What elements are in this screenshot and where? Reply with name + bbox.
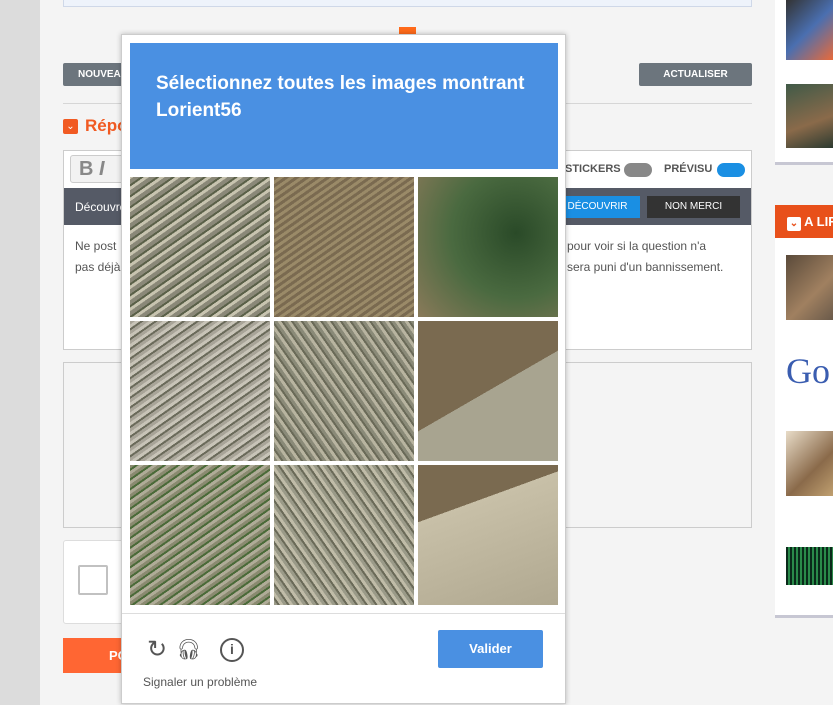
- reload-icon[interactable]: ↻: [145, 638, 169, 662]
- recaptcha-checkbox[interactable]: [78, 565, 108, 595]
- sidebar-card: ⌄ A LIRE Go: [775, 205, 833, 615]
- chevron-down-icon: ⌄: [63, 119, 78, 134]
- editor-placeholder-left: Ne post pas déjà: [75, 239, 121, 274]
- google-logo[interactable]: Go: [786, 350, 833, 395]
- captcha-tile[interactable]: [274, 177, 414, 317]
- captcha-tile[interactable]: [274, 465, 414, 605]
- captcha-tile[interactable]: [418, 465, 558, 605]
- captcha-challenge: Sélectionnez toutes les images montrant …: [121, 34, 566, 704]
- top-box: [63, 0, 752, 7]
- headphones-icon[interactable]: 🎧︎: [176, 638, 201, 662]
- editor-placeholder-right: pour voir si la question n'a sera puni d'…: [567, 239, 724, 274]
- article-thumbnail[interactable]: [786, 431, 833, 496]
- captcha-tile[interactable]: [130, 177, 270, 317]
- preview-toggle[interactable]: [717, 163, 745, 177]
- refresh-button[interactable]: ACTUALISER: [639, 63, 752, 86]
- discover-button[interactable]: DÉCOUVRIR: [555, 196, 640, 218]
- stickers-toggle[interactable]: [624, 163, 652, 177]
- captcha-tile[interactable]: [130, 321, 270, 461]
- no-thanks-button[interactable]: NON MERCI: [647, 196, 740, 218]
- sidebar-card: [775, 0, 833, 162]
- captcha-instruction: Sélectionnez toutes les images montrant …: [130, 43, 558, 169]
- info-icon[interactable]: i: [220, 638, 244, 662]
- report-problem-link[interactable]: Signaler un problème: [143, 675, 257, 689]
- captcha-tile[interactable]: [418, 177, 558, 317]
- page-margin: [0, 0, 40, 705]
- stickers-label: STICKERS: [565, 163, 621, 175]
- article-thumbnail[interactable]: [786, 547, 833, 585]
- captcha-tile[interactable]: [274, 321, 414, 461]
- captcha-tile[interactable]: [130, 465, 270, 605]
- section-title: ⌄ A LIRE: [775, 205, 833, 238]
- divider: [122, 613, 565, 614]
- article-thumbnail[interactable]: [786, 0, 833, 60]
- italic-button[interactable]: I: [99, 158, 105, 180]
- chevron-down-icon: ⌄: [787, 217, 801, 231]
- article-thumbnail[interactable]: [786, 84, 833, 148]
- article-thumbnail[interactable]: [786, 255, 833, 320]
- verify-button[interactable]: Valider: [438, 630, 543, 668]
- bold-button[interactable]: B: [79, 158, 93, 180]
- captcha-tile[interactable]: [418, 321, 558, 461]
- preview-label: PRÉVISU: [664, 163, 713, 175]
